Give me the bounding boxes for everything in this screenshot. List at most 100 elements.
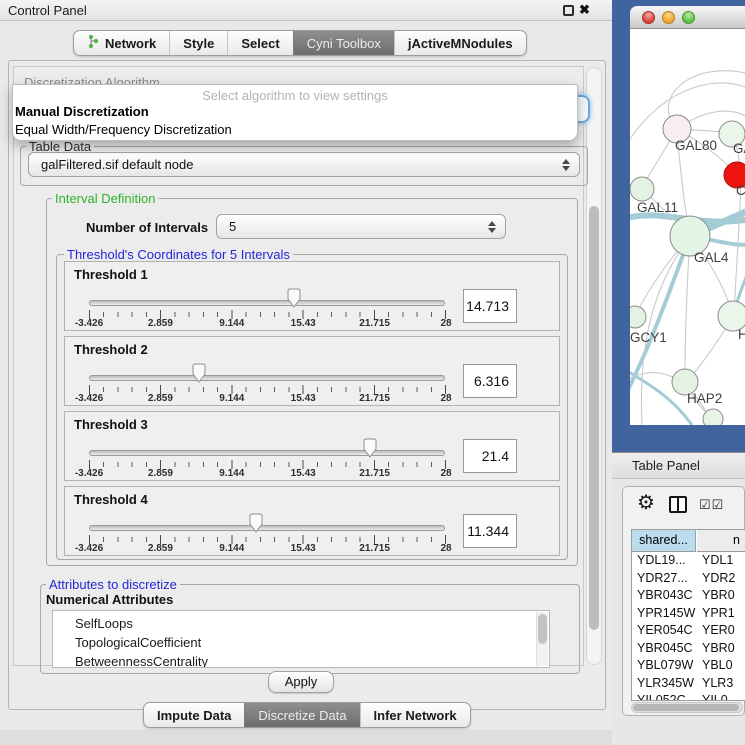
settings-gear-icon[interactable]: ⚙ bbox=[637, 493, 655, 513]
column-header-shared[interactable]: shared... bbox=[632, 530, 696, 552]
tab-network[interactable]: Network bbox=[74, 31, 169, 55]
table-row[interactable]: YBR045CYBR0 bbox=[632, 640, 745, 658]
node-label: GA bbox=[733, 141, 745, 156]
control-panel: Control Panel ✖ Network Style Select Cyn… bbox=[0, 0, 612, 730]
num-intervals-label: Number of Intervals bbox=[86, 220, 208, 235]
table-panel-window: ⚙ ☑☑ shared... n YDL19...YDL1 YDR27...YD… bbox=[622, 486, 745, 716]
tab-discretize-data[interactable]: Discretize Data bbox=[244, 703, 359, 727]
dropdown-hint: Select algorithm to view settings bbox=[13, 88, 577, 103]
node-label: HAP2 bbox=[687, 391, 722, 406]
tab-select[interactable]: Select bbox=[227, 31, 292, 55]
interval-definition-title: Interval Definition bbox=[52, 191, 158, 206]
node-label: GAL4 bbox=[694, 250, 729, 265]
node-table: shared... n YDL19...YDL1 YDR27...YDR2 YB… bbox=[631, 529, 745, 701]
close-icon[interactable]: ✖ bbox=[579, 2, 590, 18]
table-row[interactable]: YBL079WYBL0 bbox=[632, 657, 745, 675]
threshold-card: Threshold 1 -3.426 2.859 9.144 15.43 21.… bbox=[64, 261, 560, 331]
tab-style[interactable]: Style bbox=[169, 31, 227, 55]
table-row[interactable]: YDR27...YDR2 bbox=[632, 570, 745, 588]
table-row[interactable]: YDL19...YDL1 bbox=[632, 552, 745, 570]
node-label: GCY1 bbox=[630, 330, 667, 345]
horizontal-scrollbar[interactable] bbox=[631, 702, 743, 713]
table-row[interactable]: YER054CYER0 bbox=[632, 622, 745, 640]
numerical-attributes-list: SelfLoops TopologicalCoefficient Between… bbox=[52, 610, 550, 668]
vertical-scrollbar-thumb[interactable] bbox=[589, 206, 599, 630]
mode-tabbar: Impute Data Discretize Data Infer Networ… bbox=[143, 702, 471, 728]
close-traffic-light-icon[interactable] bbox=[642, 11, 655, 24]
dropdown-option-manual[interactable]: Manual Discretization bbox=[15, 104, 149, 119]
tab-impute-data[interactable]: Impute Data bbox=[144, 703, 244, 727]
table-row[interactable]: YBR043CYBR0 bbox=[632, 587, 745, 605]
threshold-card: Threshold 2 -3.426 2.859 9.144 15.43 21.… bbox=[64, 336, 560, 406]
float-window-icon[interactable] bbox=[563, 5, 574, 16]
table-row[interactable]: YLR345WYLR3 bbox=[632, 675, 745, 693]
toolbox-tabbar: Network Style Select Cyni Toolbox jActiv… bbox=[73, 30, 527, 56]
spinner-arrows-icon bbox=[488, 221, 496, 233]
numerical-attributes-label: Numerical Attributes bbox=[46, 592, 173, 607]
minimize-traffic-light-icon[interactable] bbox=[662, 11, 675, 24]
list-item[interactable]: BetweennessCentrality bbox=[53, 652, 549, 668]
threshold-value-field[interactable]: 21.4 bbox=[463, 439, 517, 473]
network-icon bbox=[87, 34, 99, 52]
list-scrollbar-thumb[interactable] bbox=[538, 614, 547, 644]
tab-cyni-toolbox[interactable]: Cyni Toolbox bbox=[293, 31, 394, 55]
threshold-label: Threshold 3 bbox=[74, 417, 148, 432]
table-row[interactable]: YIL052CYIL0 bbox=[632, 692, 745, 701]
table-row[interactable]: YPR145WYPR1 bbox=[632, 605, 745, 623]
table-data-value: galFiltered.sif default node bbox=[41, 157, 193, 172]
slider-scale-labels: -3.426 2.859 9.144 15.43 21.715 28 bbox=[89, 318, 446, 330]
table-data-combobox[interactable]: galFiltered.sif default node bbox=[28, 152, 580, 177]
tab-label: Cyni Toolbox bbox=[307, 36, 381, 51]
node-gcy1[interactable] bbox=[630, 306, 646, 328]
threshold-card: Threshold 4 -3.426 2.859 9.144 15.43 21.… bbox=[64, 486, 560, 556]
tab-infer-network[interactable]: Infer Network bbox=[360, 703, 470, 727]
tab-label: jActiveMNodules bbox=[408, 36, 513, 51]
num-intervals-value: 5 bbox=[229, 219, 236, 234]
column-header-name[interactable]: n bbox=[697, 530, 745, 552]
app-stage: Control Panel ✖ Network Style Select Cyn… bbox=[0, 0, 745, 745]
tab-jactivemnodules[interactable]: jActiveMNodules bbox=[394, 31, 526, 55]
table-panel-title: Table Panel bbox=[632, 458, 700, 473]
tab-label: Select bbox=[241, 36, 279, 51]
zoom-traffic-light-icon[interactable] bbox=[682, 11, 695, 24]
threshold-value-field[interactable]: 6.316 bbox=[463, 364, 517, 398]
threshold-value-field[interactable]: 14.713 bbox=[463, 289, 517, 323]
node-label: GAL11 bbox=[637, 200, 678, 215]
threshold-label: Threshold 2 bbox=[74, 342, 148, 357]
node-label: GAL80 bbox=[675, 138, 717, 153]
tab-label: Style bbox=[183, 36, 214, 51]
tab-label: Impute Data bbox=[157, 708, 231, 723]
tab-label: Discretize Data bbox=[258, 708, 346, 723]
threshold-card: Threshold 3 -3.426 2.859 9.144 15.43 21.… bbox=[64, 411, 560, 481]
thresholds-group-title: Threshold's Coordinates for 5 Intervals bbox=[64, 247, 293, 262]
spinner-arrows-icon bbox=[562, 159, 570, 171]
algorithm-dropdown-popup: Select algorithm to view settings Manual… bbox=[12, 84, 578, 141]
node-label: H bbox=[738, 327, 745, 342]
vertical-scrollbar[interactable] bbox=[586, 67, 602, 665]
slider-scale-labels: -3.426 2.859 9.144 15.43 21.715 28 bbox=[89, 468, 446, 480]
network-window-titlebar[interactable] bbox=[630, 6, 745, 29]
slider-scale-labels: -3.426 2.859 9.144 15.43 21.715 28 bbox=[89, 393, 446, 405]
node-gal11[interactable] bbox=[630, 177, 654, 201]
list-scrollbar[interactable] bbox=[536, 612, 548, 666]
list-item[interactable]: TopologicalCoefficient bbox=[53, 633, 549, 652]
tab-label: Infer Network bbox=[374, 708, 457, 723]
panel-title: Control Panel bbox=[8, 3, 87, 18]
horizontal-scrollbar-thumb[interactable] bbox=[633, 704, 739, 711]
node[interactable] bbox=[703, 409, 723, 425]
node-label: C bbox=[736, 183, 745, 198]
network-view-canvas[interactable]: GAL80 GA C GAL11 GAL4 GCY1 H HAP2 bbox=[630, 29, 745, 425]
column-layout-icon[interactable] bbox=[669, 496, 687, 513]
apply-button[interactable]: Apply bbox=[268, 671, 334, 693]
slider-scale-labels: -3.426 2.859 9.144 15.43 21.715 28 bbox=[89, 543, 446, 555]
dropdown-option-equal-width[interactable]: Equal Width/Frequency Discretization bbox=[15, 122, 232, 137]
threshold-value-field[interactable]: 11.344 bbox=[463, 514, 517, 548]
threshold-label: Threshold 4 bbox=[74, 492, 148, 507]
attributes-group-title: Attributes to discretize bbox=[46, 577, 180, 592]
list-item[interactable]: SelfLoops bbox=[53, 611, 549, 633]
threshold-label: Threshold 1 bbox=[74, 267, 148, 282]
checkbox-pair-icon[interactable]: ☑☑ bbox=[699, 497, 724, 513]
table-panel-titlebar: Table Panel bbox=[612, 452, 745, 479]
num-intervals-combobox[interactable]: 5 bbox=[216, 214, 506, 239]
network-nodes[interactable] bbox=[630, 115, 745, 425]
